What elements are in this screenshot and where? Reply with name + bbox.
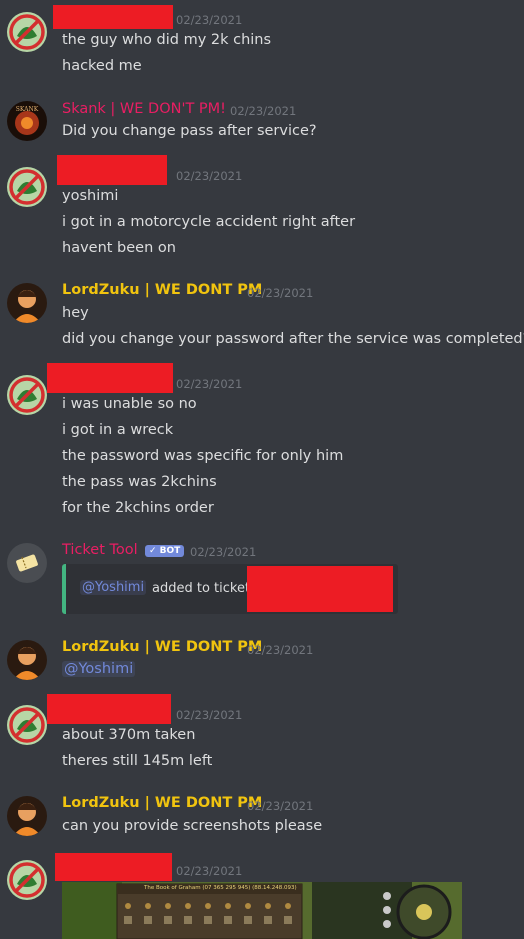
avatar-lordzuku-icon[interactable] <box>7 283 47 323</box>
avatar-no-weed-icon[interactable] <box>7 860 47 900</box>
timestamp: 02/23/2021 <box>230 104 297 118</box>
message-line: for the 2kchins order <box>62 500 214 516</box>
redacted-ticket-name <box>247 566 393 612</box>
message-line: hey <box>62 305 89 321</box>
redacted-username <box>47 694 171 724</box>
timestamp: 02/23/2021 <box>247 286 314 300</box>
timestamp: 02/23/2021 <box>247 643 314 657</box>
ticket-embed: @Yoshimi added to ticket <box>62 564 398 614</box>
message-line: yoshimi <box>62 188 119 204</box>
message-line: i was unable so no <box>62 396 197 412</box>
timestamp: 02/23/2021 <box>176 864 243 878</box>
timestamp: 02/23/2021 <box>176 377 243 391</box>
timestamp: 02/23/2021 <box>176 13 243 27</box>
redacted-username <box>55 853 172 881</box>
avatar-no-weed-icon[interactable] <box>7 12 47 52</box>
message-line: theres still 145m left <box>62 753 213 769</box>
user-mention[interactable]: @Yoshimi <box>62 661 136 677</box>
message-line: about 370m taken <box>62 727 196 743</box>
user-mention[interactable]: @Yoshimi <box>80 580 147 595</box>
message-line: hacked me <box>62 58 142 74</box>
screenshot-attachment[interactable]: The Book of Graham (07 365 295 945) (88.… <box>62 882 462 939</box>
author-name[interactable]: Ticket Tool <box>62 542 138 558</box>
message-line: the pass was 2kchins <box>62 474 217 490</box>
avatar-no-weed-icon[interactable] <box>7 375 47 415</box>
redacted-username <box>47 363 173 393</box>
message-line: the guy who did my 2k chins <box>62 32 272 48</box>
redacted-username <box>57 155 167 185</box>
svg-text:SKANK: SKANK <box>16 106 39 113</box>
message-line: i got in a motorcycle accident right aft… <box>62 214 356 230</box>
attachment-caption: The Book of Graham (07 365 295 945) (88.… <box>144 885 297 891</box>
embed-text: added to ticket <box>152 581 251 596</box>
author-name[interactable]: LordZuku | WE DONT PM <box>62 639 262 655</box>
bot-badge: ✓ BOT <box>145 545 185 557</box>
author-name[interactable]: Skank | WE DON'T PM! <box>62 101 226 117</box>
message-line: Did you change pass after service? <box>62 123 317 139</box>
author-name[interactable]: LordZuku | WE DONT PM <box>62 795 262 811</box>
message-line: can you provide screenshots please <box>62 818 323 834</box>
timestamp: 02/23/2021 <box>190 545 257 559</box>
avatar-skank-icon[interactable]: SKANK <box>7 101 47 141</box>
message-line: the password was specific for only him <box>62 448 344 464</box>
author-name[interactable]: LordZuku | WE DONT PM <box>62 282 262 298</box>
avatar-ticket-icon[interactable] <box>7 543 47 583</box>
avatar-no-weed-icon[interactable] <box>7 705 47 745</box>
message-line: havent been on <box>62 240 176 256</box>
avatar-lordzuku-icon[interactable] <box>7 796 47 836</box>
timestamp: 02/23/2021 <box>247 799 314 813</box>
message-line: did you change your password after the s… <box>62 331 524 347</box>
message-line: @Yoshimi <box>62 661 136 677</box>
message-line: i got in a wreck <box>62 422 174 438</box>
redacted-username <box>53 5 173 29</box>
avatar-lordzuku-icon[interactable] <box>7 640 47 680</box>
timestamp: 02/23/2021 <box>176 708 243 722</box>
timestamp: 02/23/2021 <box>176 169 243 183</box>
avatar-no-weed-icon[interactable] <box>7 167 47 207</box>
